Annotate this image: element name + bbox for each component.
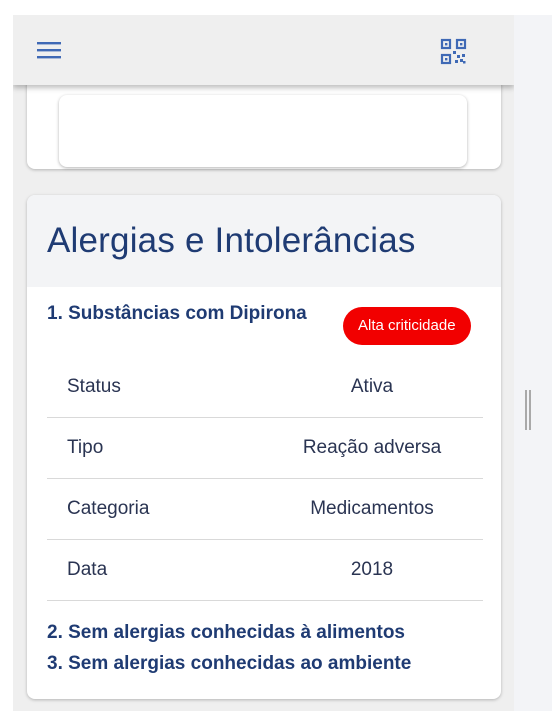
detail-row-categoria: Categoria Medicamentos [47,479,483,540]
detail-value: Reação adversa [302,437,442,458]
other-allergies-list: 2. Sem alergias conhecidas à alimentos 3… [47,617,411,679]
detail-value: 2018 [350,559,394,580]
detail-label: Data [67,559,108,580]
allergy-item-title: 1. Substâncias com Dipirona [47,303,307,324]
allergies-card-header: Alergias e Intolerâncias [27,195,501,287]
allergy-item-title: 3. Sem alergias conhecidas ao ambiente [47,653,412,674]
detail-label: Tipo [67,437,104,458]
detail-label: Categoria [67,498,150,519]
hamburger-menu-icon[interactable] [37,39,61,61]
section-title: Alergias e Intolerâncias [47,221,416,260]
detail-value: Medicamentos [310,498,434,519]
resize-handle[interactable] [525,390,531,430]
top-app-bar [13,15,514,85]
previous-inner-card [59,95,467,167]
detail-row-tipo: Tipo Reação adversa [47,418,483,479]
detail-row-status: Status Ativa [47,357,483,418]
allergies-card: Alergias e Intolerâncias 1. Substâncias … [27,195,501,699]
side-panel [514,15,552,711]
allergy-details-table: Status Ativa Tipo Reação adversa Categor… [47,357,483,601]
allergy-item-title: 2. Sem alergias conhecidas à alimentos [47,622,405,643]
app-viewport: Alergias e Intolerâncias 1. Substâncias … [13,15,514,711]
criticality-badge: Alta criticidade [343,307,471,345]
detail-value: Ativa [350,376,394,397]
detail-label: Status [67,376,121,397]
allergy-item-header: 1. Substâncias com Dipirona Alta critici… [27,287,501,357]
detail-row-data: Data 2018 [47,540,483,601]
qr-code-icon[interactable] [440,38,467,65]
